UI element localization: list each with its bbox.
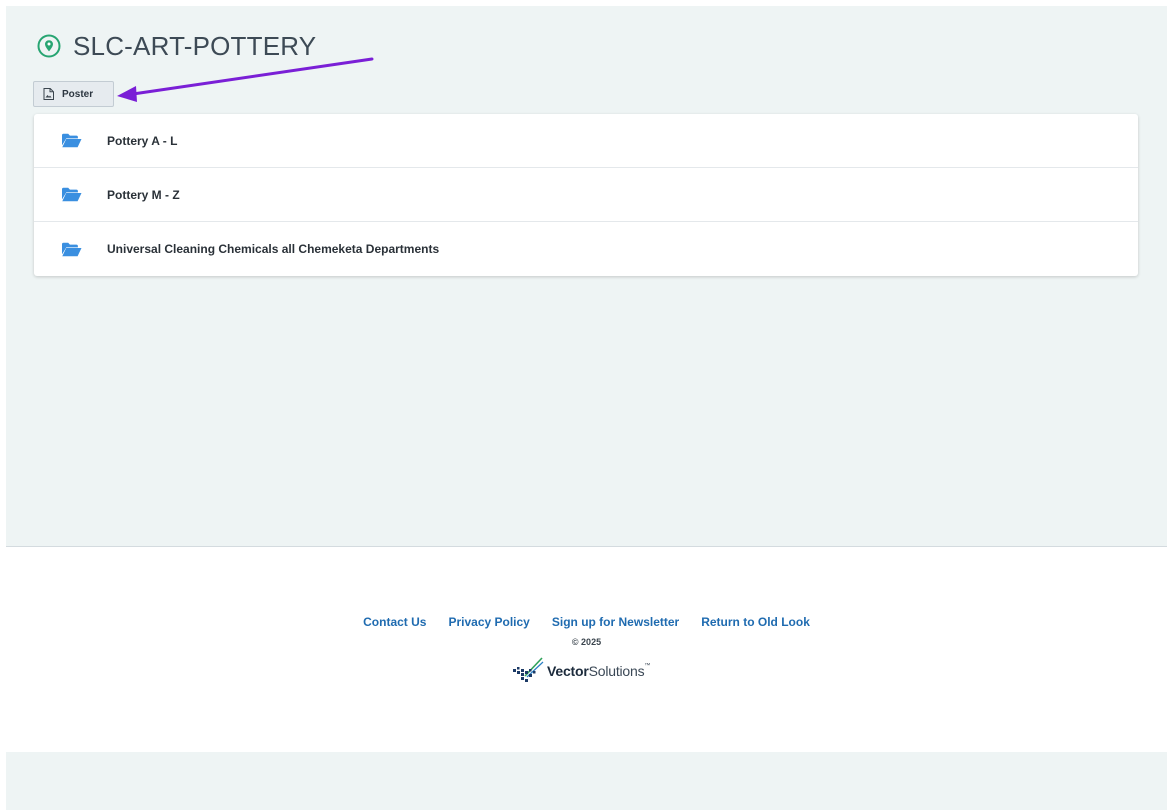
- image-file-icon: [43, 88, 54, 100]
- footer: Contact Us Privacy Policy Sign up for Ne…: [6, 546, 1167, 752]
- folder-open-icon: [62, 187, 84, 203]
- main-content: SLC-ART-POTTERY Poster Pottery A - L Pot…: [6, 6, 1167, 546]
- folder-label: Pottery M - Z: [107, 187, 180, 202]
- logo-wordmark: VectorSolutions™: [547, 663, 651, 679]
- annotation-arrow: [117, 57, 374, 102]
- bottom-strip: [6, 752, 1167, 810]
- page-frame: SLC-ART-POTTERY Poster Pottery A - L Pot…: [6, 6, 1167, 810]
- vector-solutions-logo: VectorSolutions™: [511, 655, 650, 687]
- folder-open-icon: [62, 241, 84, 257]
- newsletter-signup-link[interactable]: Sign up for Newsletter: [552, 615, 679, 629]
- poster-button-label: Poster: [62, 88, 94, 100]
- folder-row-pottery-a-l[interactable]: Pottery A - L: [34, 114, 1138, 168]
- map-pin-icon: [36, 33, 62, 59]
- folder-label: Pottery A - L: [107, 133, 178, 148]
- folder-row-pottery-m-z[interactable]: Pottery M - Z: [34, 168, 1138, 222]
- copyright: © 2025: [571, 637, 602, 647]
- privacy-policy-link[interactable]: Privacy Policy: [448, 615, 529, 629]
- vector-solutions-logo-icon: [511, 656, 545, 686]
- title-row: SLC-ART-POTTERY: [36, 30, 316, 62]
- footer-links: Contact Us Privacy Policy Sign up for Ne…: [6, 615, 1167, 629]
- folder-open-icon: [62, 133, 84, 149]
- page-title: SLC-ART-POTTERY: [73, 30, 317, 61]
- folder-row-universal-cleaning[interactable]: Universal Cleaning Chemicals all Chemeke…: [34, 222, 1138, 276]
- folder-list: Pottery A - L Pottery M - Z Universal Cl…: [34, 114, 1138, 276]
- contact-us-link[interactable]: Contact Us: [363, 615, 426, 629]
- return-to-old-look-link[interactable]: Return to Old Look: [701, 615, 810, 629]
- folder-label: Universal Cleaning Chemicals all Chemeke…: [107, 242, 440, 256]
- poster-button[interactable]: Poster: [33, 81, 114, 107]
